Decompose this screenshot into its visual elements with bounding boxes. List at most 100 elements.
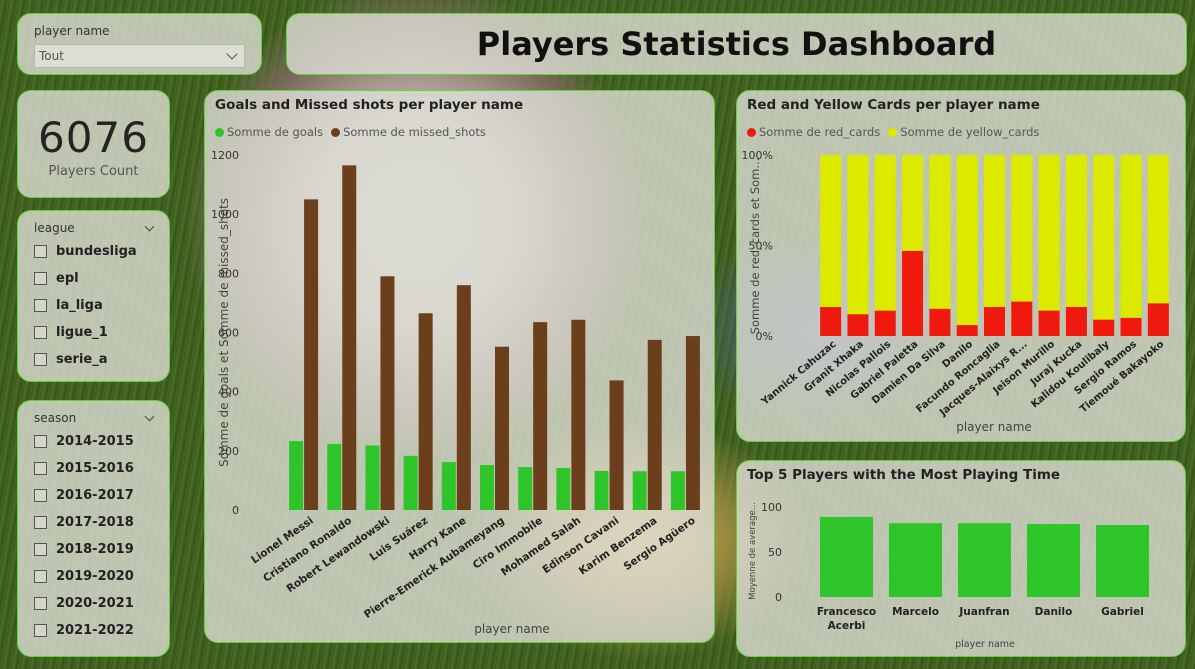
y-tick-label: 1200 [211,149,239,162]
playing-time-chart: 0 50 100Moyenne de average... Francesco Acer… [748,501,1149,650]
red-cards-bar [956,325,978,336]
league-slicer-label: league [34,221,75,235]
league-option-label: serie_a [56,352,108,367]
player-dropdown-value: Tout [39,49,64,63]
yellow-cards-bar [1038,155,1060,311]
players-count-value: 6076 [38,113,149,162]
league-option-label: ligue_1 [56,325,108,340]
season-option[interactable]: 2020-2021 [34,590,153,617]
red-cards-bar [874,310,896,336]
red-cards-bar [902,250,924,336]
season-option-label: 2020-2021 [56,596,134,611]
checkbox[interactable] [34,570,47,583]
players-count-card: 6076 Players Count [17,90,170,198]
league-option[interactable]: bundesliga [34,238,153,265]
y-tick-label: 100 [761,501,782,514]
season-option-label: 2017-2018 [56,515,134,530]
dashboard-title-card: Players Statistics Dashboard [286,13,1187,75]
missed-shots-bar [533,322,548,510]
red-cards-bar [1011,301,1033,336]
goals-bar [670,471,685,510]
checkbox[interactable] [34,543,47,556]
yellow-cards-bar [1065,155,1087,308]
y-tick-label: 50 [768,546,782,559]
player-name-dropdown[interactable]: Tout [34,44,245,68]
red-cards-bar [1120,317,1142,336]
season-option[interactable]: 2018-2019 [34,536,153,563]
x-tick-label: Marcelo [892,606,939,618]
league-option[interactable]: ligue_1 [34,319,153,346]
season-option-label: 2016-2017 [56,488,134,503]
red-cards-bar [1065,307,1087,336]
yellow-cards-bar [929,155,951,309]
season-option-label: 2014-2015 [56,434,134,449]
season-option[interactable]: 2017-2018 [34,509,153,536]
yellow-cards-bar [1120,155,1142,318]
checkbox[interactable] [34,299,47,312]
y-axis-label: Somme de goals et Somme de missed_shots [217,198,231,467]
missed-shots-bar [456,285,471,510]
yellow-cards-bar [1093,155,1115,320]
player-name-slicer: player name Tout [17,13,262,75]
players-count-label: Players Count [48,164,139,179]
y-tick-label: 0 [775,591,782,604]
yellow-cards-bar [956,155,978,326]
season-option[interactable]: 2015-2016 [34,455,153,482]
checkbox[interactable] [34,245,47,258]
season-option[interactable]: 2019-2020 [34,563,153,590]
missed-shots-bar [495,346,509,510]
x-axis-label: player name [474,622,550,636]
red-cards-bar [1038,310,1060,336]
checkbox[interactable] [34,597,47,610]
x-tick-label: Francesco Acerbi [817,606,876,632]
playing-time-bar [1027,524,1080,597]
checkbox[interactable] [34,435,47,448]
chevron-down-icon[interactable] [144,411,155,421]
league-option[interactable]: epl [34,265,153,292]
checkbox[interactable] [34,272,47,285]
checkbox[interactable] [34,462,47,475]
yellow-cards-bar [820,155,842,308]
playing-time-bar [1096,525,1149,597]
y-axis-label: Somme de red_cards et Som... [748,158,762,335]
season-option-label: 2021-2022 [56,623,134,638]
league-option[interactable]: la_liga [34,292,153,319]
checkbox[interactable] [34,516,47,529]
season-option[interactable]: 2014-2015 [34,428,153,455]
red-cards-bar [929,308,951,336]
playing-time-bar [889,523,942,597]
missed-shots-bar [304,199,319,510]
goals-bar [289,441,304,510]
checkbox[interactable] [34,489,47,502]
league-option[interactable]: serie_a [34,346,153,373]
checkbox[interactable] [34,624,47,637]
missed-shots-bar [685,336,700,510]
red-cards-bar [984,307,1005,336]
player-slicer-label: player name [34,24,110,38]
goals-bar [480,465,494,510]
missed-shots-bar [342,165,357,510]
season-option[interactable]: 2021-2022 [34,617,153,644]
red-cards-bar [1093,319,1115,336]
x-axis-label: player name [955,639,1015,650]
chevron-down-icon[interactable] [144,221,155,231]
checkbox[interactable] [34,353,47,366]
yellow-cards-bar [984,155,1005,308]
y-axis-label: Moyenne de average... [748,502,758,600]
missed-shots-bar [609,380,624,510]
y-tick-label: 0 [232,504,239,517]
x-axis-label: player name [956,420,1032,434]
yellow-cards-bar [902,155,924,251]
goals-bar [518,467,533,510]
goals-bar [365,445,380,510]
season-option[interactable]: 2016-2017 [34,482,153,509]
checkbox[interactable] [34,326,47,339]
league-slicer: league bundesliga epl la_liga ligue_1 serie_… [17,210,170,382]
goals-bar [403,455,418,510]
dashboard-title: Players Statistics Dashboard [476,25,997,63]
red-yellow-cards-chart: 0%50%100%Somme de red_cards et Som...Yan… [742,149,1169,434]
season-option-label: 2018-2019 [56,542,134,557]
league-option-label: epl [56,271,79,286]
red-cards-bar [847,314,869,336]
playing-time-chart-card: Top 5 Players with the Most Playing Time… [736,460,1186,657]
